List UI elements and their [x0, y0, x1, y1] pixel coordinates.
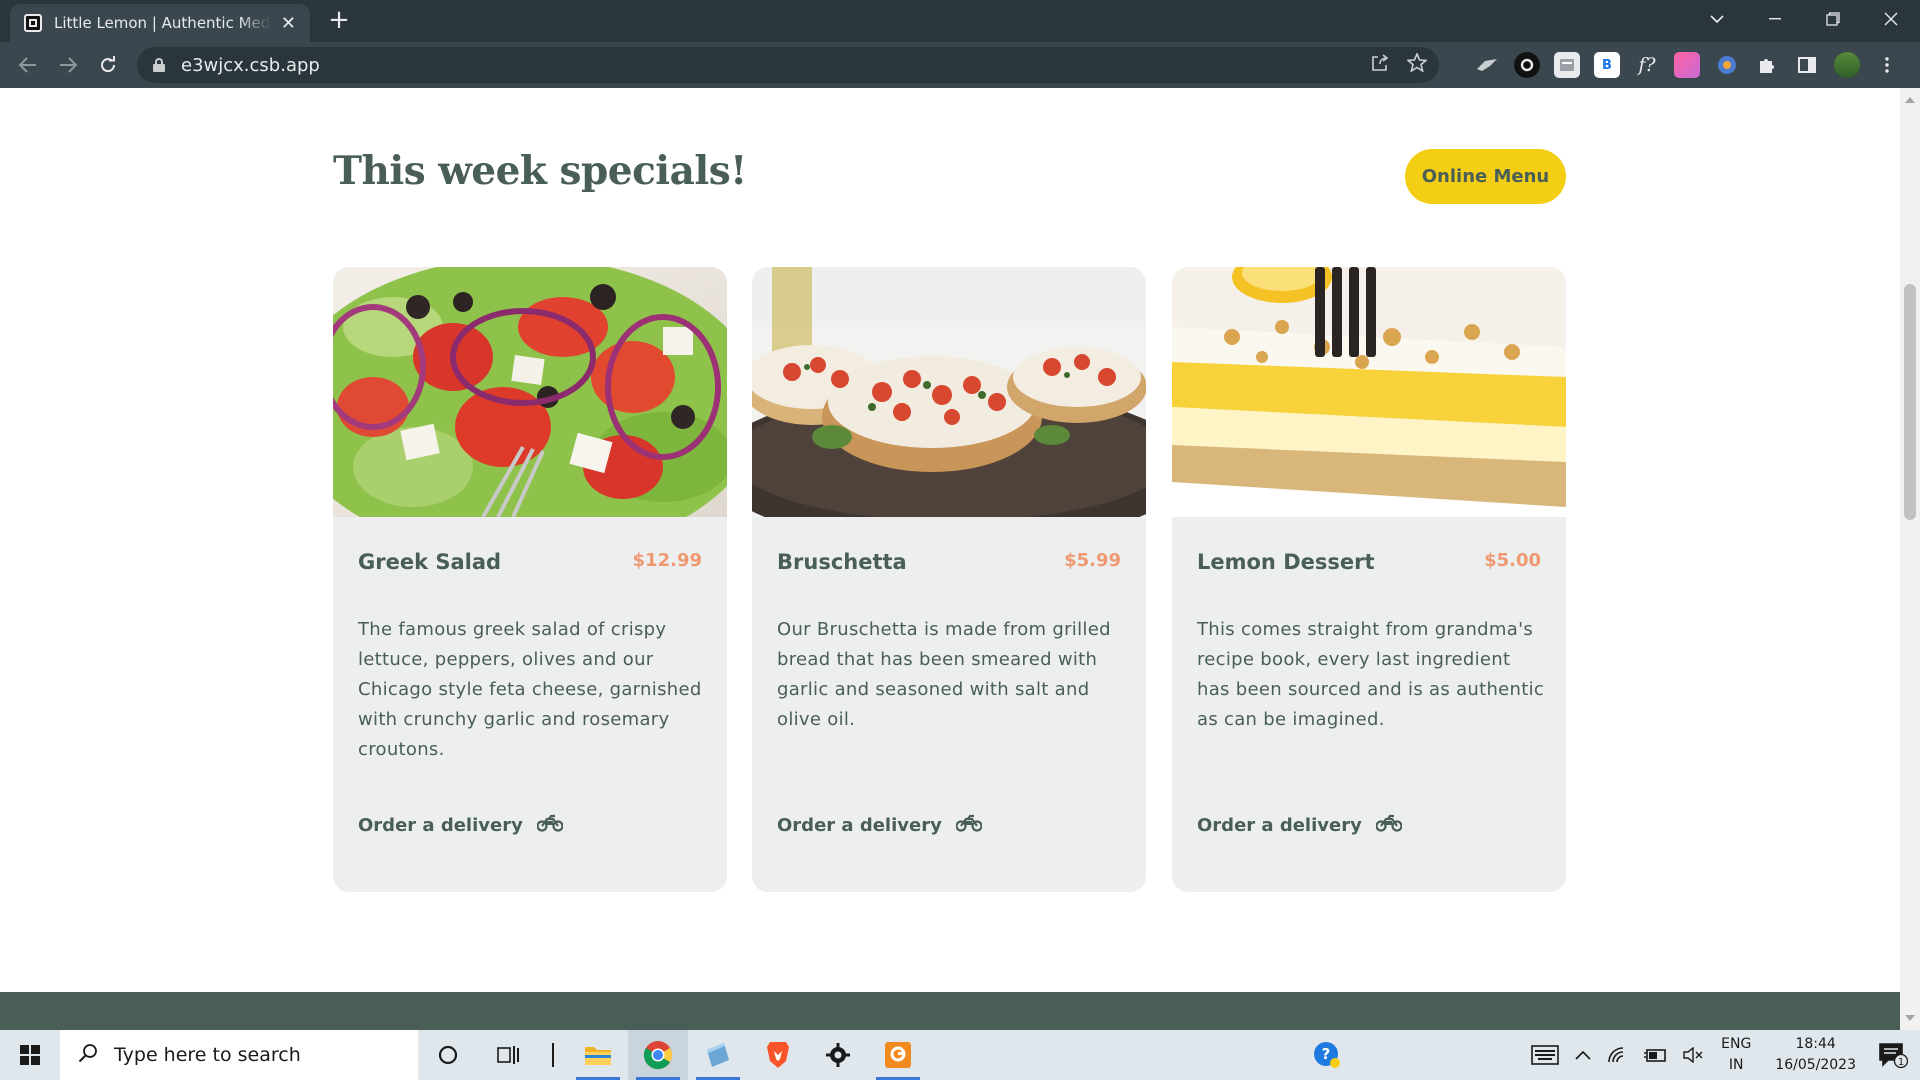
card-title: Bruschetta — [777, 550, 907, 574]
notifications-icon[interactable]: 1 — [1870, 1041, 1920, 1069]
chrome-icon[interactable] — [628, 1030, 688, 1080]
windows-start-icon[interactable] — [0, 1030, 60, 1080]
card-description: Our Bruschetta is made from grilled brea… — [777, 619, 1111, 730]
bookmark-star-icon[interactable] — [1405, 51, 1429, 77]
footer-band — [0, 992, 1900, 1030]
extension-reader-icon[interactable] — [1554, 52, 1580, 78]
settings-gear-icon[interactable] — [808, 1030, 868, 1080]
reload-icon[interactable] — [88, 45, 128, 85]
page-viewport: This week specials! Online Menu Greek Sa… — [0, 88, 1900, 1030]
bruschetta-image — [752, 267, 1146, 517]
window-controls — [1694, 0, 1920, 38]
taskbar-search-input[interactable]: Type here to search — [60, 1030, 418, 1080]
scroll-down-arrow-icon[interactable] — [1905, 1015, 1915, 1021]
browser-tab[interactable]: Little Lemon | Authentic Mediterranean ✕ — [10, 4, 310, 42]
extension-b-icon[interactable]: B — [1594, 52, 1620, 78]
search-placeholder: Type here to search — [114, 1044, 301, 1066]
online-menu-button[interactable]: Online Menu — [1405, 149, 1566, 204]
scrollbar-thumb[interactable] — [1904, 284, 1916, 520]
svg-text:?: ? — [1322, 1045, 1331, 1063]
notes-app-icon[interactable] — [688, 1030, 748, 1080]
extensions-row: B f? — [1474, 48, 1900, 82]
tab-title: Little Lemon | Authentic Mediterranean — [54, 14, 271, 32]
file-explorer-icon[interactable] — [568, 1030, 628, 1080]
motorbike-icon — [955, 814, 983, 837]
language-indicator[interactable]: ENG IN — [1711, 1034, 1761, 1076]
scroll-up-arrow-icon[interactable] — [1905, 97, 1915, 103]
windows-taskbar: Type here to search ? ENG IN 18:44 16/05… — [0, 1030, 1920, 1080]
widget-divider-icon — [538, 1030, 568, 1080]
wifi-icon[interactable] — [1599, 1046, 1635, 1064]
extensions-puzzle-icon[interactable] — [1754, 52, 1780, 78]
browser-tab-bar: Little Lemon | Authentic Mediterranean ✕… — [0, 0, 1920, 42]
browser-menu-icon[interactable] — [1874, 52, 1900, 78]
extension-bird-icon[interactable] — [1474, 52, 1500, 78]
extension-shield-icon[interactable] — [1714, 52, 1740, 78]
card-price: $5.00 — [1484, 550, 1541, 571]
order-delivery-label: Order a delivery — [777, 814, 942, 836]
language-secondary: IN — [1728, 1057, 1744, 1073]
clock-time: 18:44 — [1795, 1036, 1836, 1052]
brave-browser-icon[interactable] — [748, 1030, 808, 1080]
close-window-icon[interactable] — [1862, 0, 1920, 38]
new-tab-icon[interactable]: + — [325, 6, 353, 34]
close-tab-icon[interactable]: ✕ — [281, 13, 296, 34]
card-description: This comes straight from grandma's recip… — [1197, 619, 1545, 730]
side-panel-icon[interactable] — [1794, 52, 1820, 78]
special-card-lemon-dessert: Lemon Dessert $5.00 This comes straight … — [1172, 267, 1566, 892]
minimize-icon[interactable] — [1746, 0, 1804, 38]
address-bar-url: e3wjcx.csb.app — [181, 54, 320, 76]
order-delivery-link[interactable]: Order a delivery — [777, 812, 983, 838]
task-view-icon[interactable] — [478, 1030, 538, 1080]
card-price: $5.99 — [1064, 550, 1121, 571]
profile-avatar-icon[interactable] — [1834, 52, 1860, 78]
page-scrollbar[interactable] — [1900, 88, 1920, 1030]
order-delivery-link[interactable]: Order a delivery — [1197, 812, 1403, 838]
order-delivery-link[interactable]: Order a delivery — [358, 812, 564, 838]
greek-salad-image — [333, 267, 727, 517]
lock-icon[interactable] — [153, 58, 165, 72]
site-favicon-icon — [24, 14, 42, 32]
show-hidden-icons-chevron-icon[interactable] — [1567, 1050, 1599, 1060]
notification-count: 1 — [1898, 1057, 1904, 1068]
restore-icon[interactable] — [1804, 0, 1862, 38]
special-card-greek-salad: Greek Salad $12.99 The famous greek sala… — [333, 267, 727, 892]
card-title: Lemon Dessert — [1197, 550, 1375, 574]
card-price: $12.99 — [632, 550, 702, 571]
clock-date: 16/05/2023 — [1775, 1057, 1856, 1073]
pdf-app-icon[interactable] — [868, 1030, 928, 1080]
keyboard-icon[interactable] — [1523, 1045, 1567, 1065]
card-title: Greek Salad — [358, 550, 502, 574]
order-delivery-label: Order a delivery — [358, 814, 523, 836]
special-card-bruschetta: Bruschetta $5.99 Our Bruschetta is made … — [752, 267, 1146, 892]
card-description: The famous greek salad of crispy lettuce… — [358, 619, 702, 760]
extension-loop-icon[interactable] — [1514, 52, 1540, 78]
battery-icon[interactable] — [1635, 1047, 1675, 1063]
motorbike-icon — [1375, 814, 1403, 837]
volume-muted-icon[interactable] — [1675, 1047, 1711, 1063]
order-delivery-label: Order a delivery — [1197, 814, 1362, 836]
share-icon[interactable] — [1371, 53, 1389, 77]
language-primary: ENG — [1721, 1036, 1752, 1052]
specials-section-title: This week specials! — [333, 148, 747, 194]
search-icon — [78, 1043, 98, 1068]
help-tips-icon[interactable]: ? — [1312, 1040, 1342, 1074]
extension-formula-icon[interactable]: f? — [1634, 52, 1660, 78]
system-tray: ENG IN 18:44 16/05/2023 1 — [1523, 1030, 1920, 1080]
lemon-dessert-image — [1172, 267, 1566, 517]
cortana-icon[interactable] — [418, 1030, 478, 1080]
taskbar-clock[interactable]: 18:44 16/05/2023 — [1761, 1034, 1870, 1076]
extension-gradient-icon[interactable] — [1674, 52, 1700, 78]
motorbike-icon — [536, 814, 564, 837]
back-arrow-icon[interactable] — [8, 45, 48, 85]
tab-search-icon[interactable] — [1694, 0, 1740, 38]
address-bar[interactable]: e3wjcx.csb.app — [137, 47, 1439, 83]
forward-arrow-icon[interactable] — [48, 45, 88, 85]
